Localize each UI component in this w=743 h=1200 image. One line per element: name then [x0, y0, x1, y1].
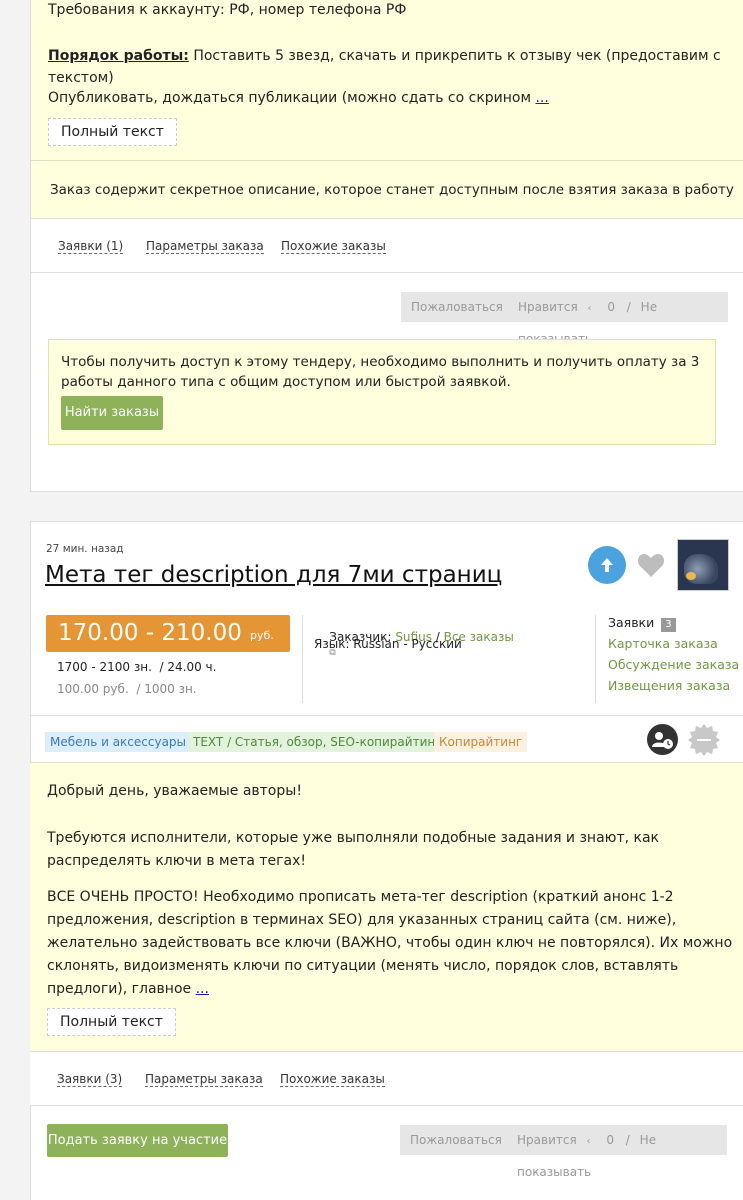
like-count: 0: [607, 300, 615, 314]
publish-text: Опубликовать, дождаться публикации (можн…: [48, 90, 536, 106]
user-clock-icon[interactable]: [647, 724, 678, 755]
order-card-1: Требования к аккаунту: РФ, номер телефон…: [30, 0, 743, 492]
desc-greeting: Добрый день, уважаемые авторы!: [47, 783, 302, 799]
tab-similar[interactable]: Похожие заказы: [281, 239, 386, 254]
gear-badge-icon[interactable]: [687, 723, 721, 757]
price-currency: руб.: [250, 629, 274, 642]
desc-main-text: ВСЕ ОЧЕНЬ ПРОСТО! Необходимо прописать м…: [47, 889, 733, 997]
side-link-notifications[interactable]: Извещения заказа: [608, 678, 730, 693]
procedure-label: Порядок работы:: [48, 48, 189, 64]
tab-similar[interactable]: Похожие заказы: [280, 1072, 385, 1087]
side-link-discussion[interactable]: Обсуждение заказа: [608, 657, 739, 672]
tab-params[interactable]: Параметры заказа: [146, 239, 264, 254]
order-description: Требования к аккаунту: РФ, номер телефон…: [31, 0, 743, 160]
language-line: Язык: Russian - Русский: [314, 637, 462, 651]
upvote-button[interactable]: [588, 546, 626, 584]
separator: /: [625, 1133, 630, 1147]
desc-main: ВСЕ ОЧЕНЬ ПРОСТО! Необходимо прописать м…: [47, 886, 737, 1001]
order-tabs: Заявки (3) Параметры заказа Похожие зака…: [30, 1051, 743, 1106]
apply-button[interactable]: Подать заявку на участие: [47, 1124, 228, 1157]
bids-label: Заявки: [608, 615, 655, 630]
like-count: 0: [606, 1133, 614, 1147]
like-hide-group: Нравится ‹ 0 / Не показывать: [507, 1125, 727, 1179]
secret-notice: Заказ содержит секретное описание, котор…: [50, 182, 734, 198]
complain-button[interactable]: Пожаловаться: [400, 1125, 512, 1155]
more-link[interactable]: ...: [196, 981, 209, 997]
full-text-button[interactable]: Полный текст: [48, 118, 177, 146]
divider: [302, 615, 303, 703]
like-button[interactable]: Нравится: [518, 300, 578, 314]
find-orders-button[interactable]: Найти заказы: [61, 396, 163, 430]
price-box: 170.00 - 210.00 руб.: [46, 615, 290, 652]
time-ago: 27 мин. назад: [46, 543, 124, 555]
full-text-button[interactable]: Полный текст: [47, 1008, 176, 1036]
tab-bids[interactable]: Заявки (3): [57, 1072, 123, 1087]
separator: /: [626, 300, 631, 314]
chevron-left-icon: ‹: [587, 303, 592, 314]
side-link-card[interactable]: Карточка заказа: [608, 636, 718, 651]
order-description: Добрый день, уважаемые авторы! Требуются…: [30, 762, 743, 1051]
like-button[interactable]: Нравится: [517, 1133, 577, 1147]
divider: [595, 615, 596, 703]
more-link[interactable]: ...: [535, 90, 548, 106]
price-range: 170.00 - 210.00: [58, 620, 242, 646]
tab-bids[interactable]: Заявки (1): [58, 239, 124, 254]
arrow-up-icon: [601, 558, 613, 572]
procedure-block: Порядок работы: Поставить 5 звезд, скача…: [48, 45, 728, 89]
publish-line: Опубликовать, дождаться публикации (можн…: [48, 90, 549, 106]
access-notice: Чтобы получить доступ к этому тендеру, н…: [61, 354, 700, 390]
tag-furniture[interactable]: Мебель и аксессуары: [45, 732, 192, 752]
like-hide-group: Нравится ‹ 0 / Не показывать: [508, 292, 728, 346]
secret-notice-box: Заказ содержит секретное описание, котор…: [31, 160, 743, 218]
complain-button[interactable]: Пожаловаться: [401, 292, 513, 322]
price-per-chars: 1700 - 2100 зн. / 24.00 ч.: [57, 660, 217, 674]
tag-copywriting[interactable]: Копирайтинг: [434, 732, 528, 752]
divider-line: [31, 715, 743, 716]
bids-line[interactable]: Заявки 3: [608, 615, 676, 632]
price-rate: 100.00 руб. / 1000 зн.: [57, 682, 197, 696]
access-notice-box: Чтобы получить доступ к этому тендеру, н…: [48, 339, 716, 445]
heart-icon[interactable]: [637, 552, 665, 578]
tag-text-seo[interactable]: TEXT / Статья, обзор, SEO-копирайтинг: [188, 732, 447, 752]
order-tabs: Заявки (1) Параметры заказа Похожие зака…: [31, 218, 743, 273]
avatar[interactable]: [677, 539, 729, 591]
requirements-line: Требования к аккаунту: РФ, номер телефон…: [48, 2, 407, 18]
chevron-left-icon: ‹: [586, 1136, 591, 1147]
order-title[interactable]: Мета тег description для 7ми страниц: [45, 562, 502, 588]
desc-requirement: Требуются исполнители, которые уже выпол…: [47, 830, 659, 869]
bids-count: 3: [661, 618, 676, 632]
tab-params[interactable]: Параметры заказа: [145, 1072, 263, 1087]
